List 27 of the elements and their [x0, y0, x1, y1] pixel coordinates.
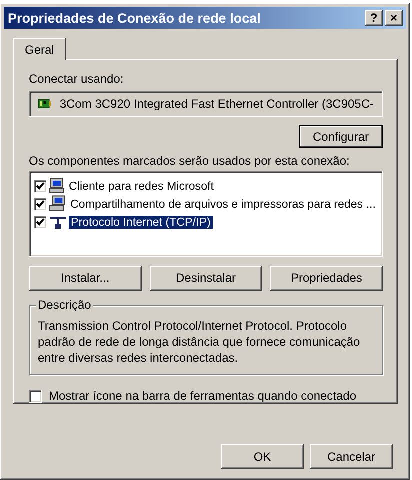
window-title: Propriedades de Conexão de rede local	[8, 10, 262, 26]
component-button[interactable]: Propriedades	[270, 266, 384, 291]
computer-icon	[49, 195, 67, 214]
close-button[interactable]: ×	[385, 10, 403, 26]
network-plug-icon	[49, 214, 67, 230]
description-text: Transmission Control Protocol/Internet Protocol. Protocolo padrão de rede de longa distância que fornece comunicação entre diversas redes interconectadas.	[38, 318, 362, 366]
checkbox[interactable]	[34, 216, 47, 229]
components-label: Os componentes marcados serão usados por esta conexão:	[29, 154, 351, 168]
configure-button[interactable]: Configurar	[299, 125, 383, 148]
connect-label: Conectar usando:	[29, 72, 125, 86]
checkbox[interactable]	[34, 180, 47, 193]
checkbox[interactable]	[34, 198, 47, 211]
component-button[interactable]: Desinstalar	[150, 266, 262, 291]
checkbox[interactable]	[29, 390, 42, 403]
computer-icon	[49, 178, 65, 194]
dialog-button[interactable]: OK	[221, 444, 304, 469]
checkbox-label[interactable]: Mostrar ícone na barra de ferramentas quando conectado	[49, 389, 357, 404]
component-button[interactable]: Instalar...	[29, 266, 142, 291]
component-item[interactable]: Compartilhamento de arquivos e impressoras para redes ...	[68, 198, 378, 211]
network-card-icon	[38, 97, 52, 112]
adapter-name: 3Com 3C920 Integrated Fast Ethernet Controller (3C905C-	[60, 97, 374, 112]
component-item[interactable]: Cliente para redes Microsoft	[67, 180, 216, 193]
tab[interactable]: Geral	[13, 38, 66, 60]
component-item[interactable]: Protocolo Internet (TCP/IP)	[69, 216, 213, 229]
dialog-button[interactable]: Cancelar	[310, 444, 393, 469]
help-button[interactable]: ?	[365, 10, 383, 26]
group-title: Descrição	[36, 298, 94, 312]
